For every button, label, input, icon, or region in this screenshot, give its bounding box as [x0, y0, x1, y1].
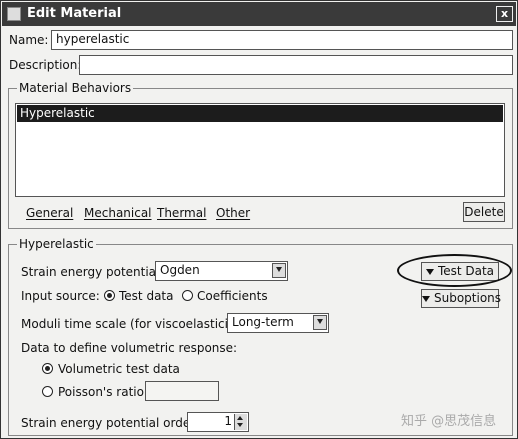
description-label: Description:: [9, 58, 82, 72]
moduli-time-scale-value: Long-term: [232, 315, 294, 329]
dialog-title: Edit Material: [27, 6, 122, 21]
behaviors-list[interactable]: Hyperelastic: [15, 103, 505, 197]
menu-other[interactable]: Other: [216, 206, 250, 220]
hyperelastic-group-title: Hyperelastic: [17, 237, 96, 251]
material-behaviors-title: Material Behaviors: [17, 81, 134, 95]
name-value: hyperelastic: [56, 32, 130, 46]
poissons-ratio-input[interactable]: [145, 381, 219, 401]
dropdown-arrow-icon: [422, 295, 430, 302]
strain-energy-order-value: 1: [224, 414, 232, 428]
menu-general[interactable]: General: [26, 206, 73, 220]
strain-energy-potential-select[interactable]: Ogden: [155, 261, 288, 281]
moduli-time-scale-select[interactable]: Long-term: [227, 313, 329, 333]
radio-selected-dot-icon: [45, 366, 50, 371]
strain-energy-potential-label: Strain energy potential:: [21, 265, 164, 279]
close-icon: x: [500, 7, 509, 20]
menu-thermal[interactable]: Thermal: [157, 206, 206, 220]
radio-coefficients-label[interactable]: Coefficients: [197, 289, 268, 303]
radio-selected-dot-icon: [107, 293, 112, 298]
delete-button[interactable]: Delete: [463, 202, 505, 222]
highlight-ellipse: [397, 254, 512, 287]
suboptions-button[interactable]: Suboptions: [421, 289, 502, 308]
app-icon: [7, 7, 21, 21]
name-label: Name:: [9, 33, 49, 47]
radio-volumetric-test-data[interactable]: [42, 363, 53, 374]
radio-test-data[interactable]: [104, 290, 115, 301]
radio-coefficients[interactable]: [182, 290, 193, 301]
volumetric-response-label: Data to define volumetric response:: [21, 341, 238, 355]
strain-energy-potential-value: Ogden: [160, 263, 200, 277]
suboptions-label: Suboptions: [434, 291, 502, 305]
radio-volumetric-test-data-label[interactable]: Volumetric test data: [58, 362, 180, 376]
spinner-arrows-icon[interactable]: [234, 414, 247, 430]
strain-energy-order-spinner[interactable]: 1: [187, 412, 249, 432]
radio-poissons-ratio-label[interactable]: Poisson's ratio:: [58, 385, 148, 399]
radio-poissons-ratio[interactable]: [42, 386, 53, 397]
menu-mechanical[interactable]: Mechanical: [84, 206, 152, 220]
moduli-time-scale-label: Moduli time scale (for viscoelasticity):: [21, 317, 249, 331]
name-input[interactable]: hyperelastic: [51, 30, 513, 50]
strain-energy-order-label: Strain energy potential order:: [21, 416, 200, 430]
title-bar[interactable]: Edit Material x: [2, 2, 516, 26]
chevron-down-icon: [313, 315, 327, 330]
chevron-down-icon: [272, 263, 286, 278]
radio-test-data-label[interactable]: Test data: [119, 289, 173, 303]
list-item-hyperelastic[interactable]: Hyperelastic: [17, 105, 503, 122]
close-button[interactable]: x: [496, 6, 513, 22]
input-source-label: Input source:: [21, 289, 100, 303]
watermark: 知乎 @思茂信息: [401, 414, 497, 429]
edit-material-dialog: Edit Material x Name: hyperelastic Descr…: [0, 0, 518, 439]
description-input[interactable]: [79, 55, 513, 75]
